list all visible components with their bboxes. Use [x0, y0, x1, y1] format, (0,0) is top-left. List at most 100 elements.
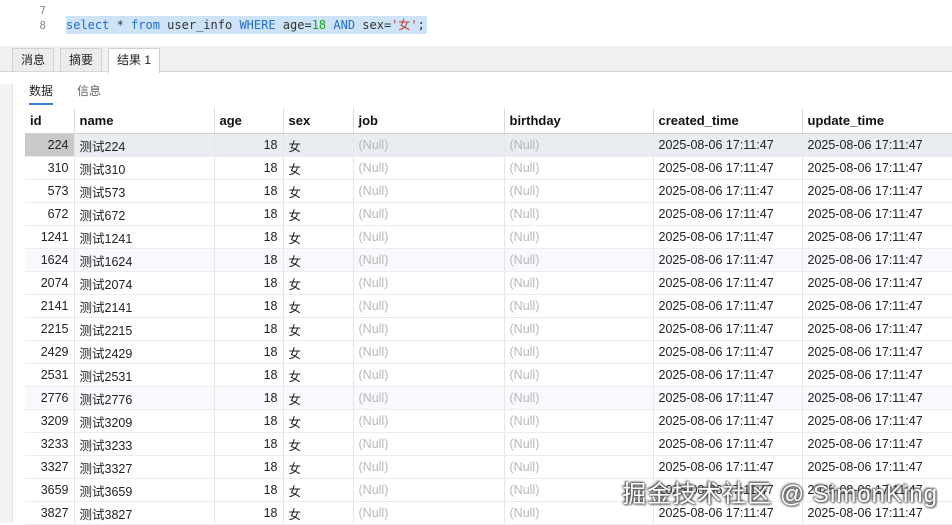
cell-age[interactable]: 18	[214, 179, 284, 203]
cell-job[interactable]: (Null)	[353, 225, 505, 249]
cell-job[interactable]: (Null)	[353, 409, 505, 433]
cell-birthday[interactable]: (Null)	[504, 409, 654, 433]
cell-update-time[interactable]: 2025-08-06 17:11:47	[802, 225, 952, 249]
cell-id[interactable]: 3327	[25, 455, 75, 479]
cell-birthday[interactable]: (Null)	[504, 202, 654, 226]
cell-id[interactable]: 2141	[25, 294, 75, 318]
cell-age[interactable]: 18	[214, 202, 284, 226]
cell-name[interactable]: 测试2141	[74, 294, 215, 318]
cell-created-time[interactable]: 2025-08-06 17:11:47	[653, 294, 803, 318]
cell-id[interactable]: 2531	[25, 363, 75, 387]
cell-id[interactable]: 2074	[25, 271, 75, 295]
cell-id[interactable]: 3209	[25, 409, 75, 433]
cell-name[interactable]: 测试672	[74, 202, 215, 226]
cell-job[interactable]: (Null)	[353, 386, 505, 410]
cell-job[interactable]: (Null)	[353, 363, 505, 387]
cell-name[interactable]: 测试2776	[74, 386, 215, 410]
sql-editor[interactable]: 7 8 select * from user_info WHERE age=18…	[0, 0, 952, 44]
cell-birthday[interactable]: (Null)	[504, 340, 654, 364]
cell-update-time[interactable]: 2025-08-06 17:11:47	[802, 202, 952, 226]
tab-result-1[interactable]: 结果 1	[108, 48, 161, 73]
cell-name[interactable]: 测试573	[74, 179, 215, 203]
cell-created-time[interactable]: 2025-08-06 17:11:47	[653, 248, 803, 272]
cell-job[interactable]: (Null)	[353, 156, 505, 180]
cell-job[interactable]: (Null)	[353, 432, 505, 456]
cell-update-time[interactable]: 2025-08-06 17:11:47	[802, 432, 952, 456]
cell-age[interactable]: 18	[214, 225, 284, 249]
cell-birthday[interactable]: (Null)	[504, 386, 654, 410]
cell-birthday[interactable]: (Null)	[504, 179, 654, 203]
cell-id[interactable]: 1241	[25, 225, 75, 249]
cell-id[interactable]: 3659	[25, 478, 75, 502]
column-header-job[interactable]: job	[353, 108, 505, 134]
cell-age[interactable]: 18	[214, 432, 284, 456]
table-row[interactable]: 2215 测试2215 18 女 (Null) (Null) 2025-08-0…	[25, 317, 952, 341]
cell-update-time[interactable]: 2025-08-06 17:11:47	[802, 317, 952, 341]
cell-sex[interactable]: 女	[283, 248, 354, 272]
cell-update-time[interactable]: 2025-08-06 17:11:47	[802, 363, 952, 387]
cell-birthday[interactable]: (Null)	[504, 432, 654, 456]
cell-name[interactable]: 测试224	[74, 133, 215, 157]
column-header-id[interactable]: id	[25, 108, 75, 134]
cell-update-time[interactable]: 2025-08-06 17:11:47	[802, 133, 952, 157]
cell-age[interactable]: 18	[214, 156, 284, 180]
column-header-created-time[interactable]: created_time	[653, 108, 803, 134]
cell-created-time[interactable]: 2025-08-06 17:11:47	[653, 432, 803, 456]
cell-age[interactable]: 18	[214, 409, 284, 433]
column-header-birthday[interactable]: birthday	[504, 108, 654, 134]
subtab-info[interactable]: 信息	[77, 78, 101, 103]
cell-update-time[interactable]: 2025-08-06 17:11:47	[802, 179, 952, 203]
cell-id[interactable]: 573	[25, 179, 75, 203]
cell-id[interactable]: 310	[25, 156, 75, 180]
cell-job[interactable]: (Null)	[353, 340, 505, 364]
cell-name[interactable]: 测试3327	[74, 455, 215, 479]
cell-sex[interactable]: 女	[283, 432, 354, 456]
cell-update-time[interactable]: 2025-08-06 17:11:47	[802, 156, 952, 180]
table-row[interactable]: 1241 测试1241 18 女 (Null) (Null) 2025-08-0…	[25, 225, 952, 249]
cell-job[interactable]: (Null)	[353, 317, 505, 341]
cell-update-time[interactable]: 2025-08-06 17:11:47	[802, 386, 952, 410]
cell-created-time[interactable]: 2025-08-06 17:11:47	[653, 409, 803, 433]
cell-created-time[interactable]: 2025-08-06 17:11:47	[653, 386, 803, 410]
cell-sex[interactable]: 女	[283, 179, 354, 203]
cell-sex[interactable]: 女	[283, 271, 354, 295]
cell-age[interactable]: 18	[214, 501, 284, 525]
cell-id[interactable]: 3233	[25, 432, 75, 456]
cell-sex[interactable]: 女	[283, 501, 354, 525]
cell-age[interactable]: 18	[214, 271, 284, 295]
table-row[interactable]: 3233 测试3233 18 女 (Null) (Null) 2025-08-0…	[25, 432, 952, 456]
cell-sex[interactable]: 女	[283, 455, 354, 479]
cell-age[interactable]: 18	[214, 248, 284, 272]
cell-created-time[interactable]: 2025-08-06 17:11:47	[653, 317, 803, 341]
cell-sex[interactable]: 女	[283, 202, 354, 226]
cell-name[interactable]: 测试3209	[74, 409, 215, 433]
cell-created-time[interactable]: 2025-08-06 17:11:47	[653, 133, 803, 157]
cell-age[interactable]: 18	[214, 294, 284, 318]
cell-age[interactable]: 18	[214, 363, 284, 387]
cell-sex[interactable]: 女	[283, 386, 354, 410]
cell-created-time[interactable]: 2025-08-06 17:11:47	[653, 156, 803, 180]
sql-query-line[interactable]: select * from user_info WHERE age=18 AND…	[66, 16, 427, 34]
cell-update-time[interactable]: 2025-08-06 17:11:47	[802, 271, 952, 295]
cell-job[interactable]: (Null)	[353, 133, 505, 157]
cell-birthday[interactable]: (Null)	[504, 271, 654, 295]
cell-created-time[interactable]: 2025-08-06 17:11:47	[653, 202, 803, 226]
cell-created-time[interactable]: 2025-08-06 17:11:47	[653, 271, 803, 295]
cell-sex[interactable]: 女	[283, 133, 354, 157]
table-row[interactable]: 2531 测试2531 18 女 (Null) (Null) 2025-08-0…	[25, 363, 952, 387]
cell-birthday[interactable]: (Null)	[504, 363, 654, 387]
cell-job[interactable]: (Null)	[353, 202, 505, 226]
cell-age[interactable]: 18	[214, 455, 284, 479]
cell-id[interactable]: 2429	[25, 340, 75, 364]
cell-name[interactable]: 测试1241	[74, 225, 215, 249]
tab-summary[interactable]: 摘要	[60, 48, 103, 71]
cell-sex[interactable]: 女	[283, 363, 354, 387]
column-header-age[interactable]: age	[214, 108, 284, 134]
cell-id[interactable]: 672	[25, 202, 75, 226]
cell-birthday[interactable]: (Null)	[504, 133, 654, 157]
subtab-data[interactable]: 数据	[29, 78, 54, 105]
tab-messages[interactable]: 消息	[12, 48, 55, 71]
cell-created-time[interactable]: 2025-08-06 17:11:47	[653, 225, 803, 249]
cell-sex[interactable]: 女	[283, 409, 354, 433]
cell-created-time[interactable]: 2025-08-06 17:11:47	[653, 363, 803, 387]
